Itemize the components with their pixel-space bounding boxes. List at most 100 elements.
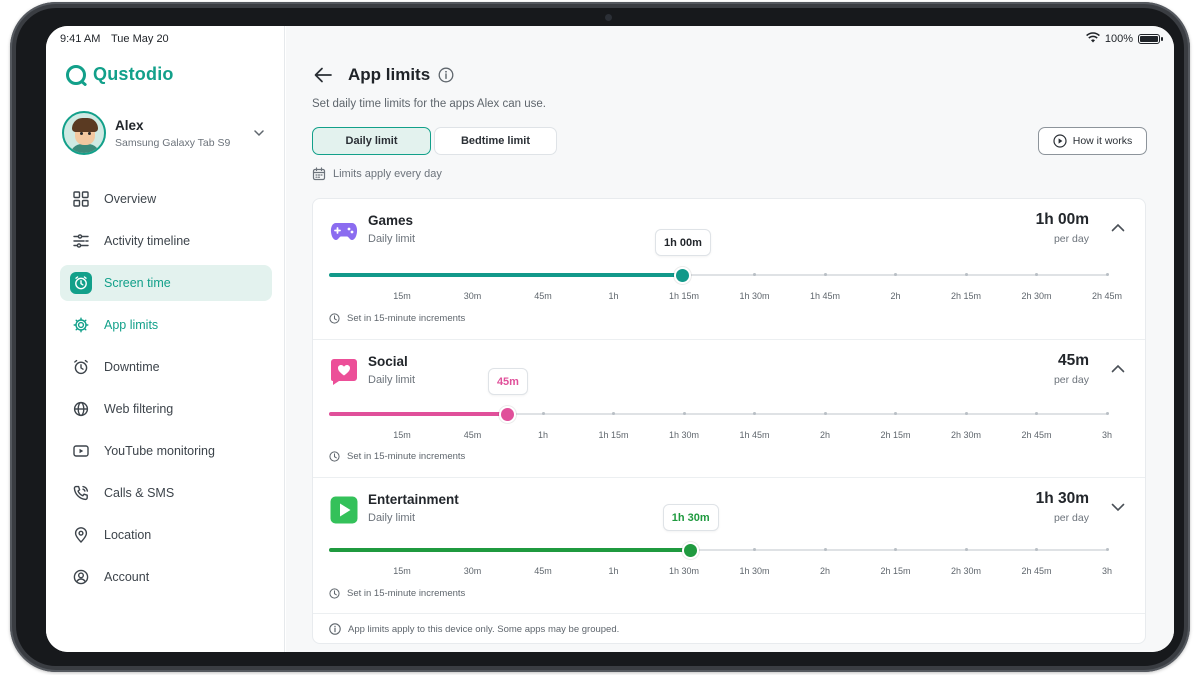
sidebar-item-youtube-monitoring[interactable]: YouTube monitoring [60,433,272,469]
clock-small-icon [329,588,340,599]
chevron-up-icon[interactable] [1109,360,1127,378]
sidebar-item-overview[interactable]: Overview [60,181,272,217]
slider-thumb[interactable] [499,406,517,423]
app-limit-value: 45m [1057,352,1089,369]
page-title: App limits [348,65,431,84]
profile-name: Alex [115,117,144,133]
sidebar-item-activity-timeline[interactable]: Activity timeline [60,223,272,259]
limit-type-tabs: Daily limit Bedtime limit [312,127,557,155]
main-content: App limits Set daily time limits for the… [286,26,1174,652]
gamepad-icon [329,217,359,245]
slider-tick-label: 2h 45m [1021,430,1052,440]
app-limit-label: Daily limit [368,512,416,524]
chevron-up-icon[interactable] [1109,219,1127,237]
slider-tick [964,273,968,276]
app-limit-value: 1h 30m [1035,490,1089,507]
app-section-entertainment: Entertainment Daily limit 1h 30m per day… [313,478,1145,614]
slider-tick-label: 3h [1101,566,1113,576]
per-day-label: per day [1053,512,1089,524]
increment-note-text: Set in 15-minute increments [347,588,466,599]
app-name: Entertainment [368,492,459,507]
profile-switcher[interactable]: Alex Samsung Galaxy Tab S9 [62,110,272,156]
brand-logo[interactable]: Qustodio [66,64,174,85]
slider-tick [823,412,827,415]
app-limits-card: Games Daily limit 1h 00m per day 1h 00m … [312,198,1146,644]
brand-name: Qustodio [93,64,174,84]
grid-icon [70,188,92,210]
phone-icon [70,482,92,504]
page-header: App limits [312,64,454,86]
clock-small-icon [329,451,340,462]
slider-thumb[interactable] [682,542,700,559]
slider-value-tooltip: 45m [487,368,528,395]
slider-tick-labels: 15m 30m 45m 1h 1h 30m 1h 30m 2h 2h 15m 2h 30m 2h … [329,566,1112,578]
sidebar-item-screen-time[interactable]: Screen time [60,265,272,301]
limit-slider[interactable]: 45m [329,368,1109,425]
slider-tick [753,273,756,276]
slider-tick [753,548,756,551]
how-it-works-button[interactable]: How it works [1038,127,1147,155]
per-day-label: per day [1053,374,1089,386]
chevron-down-icon [254,130,264,137]
timeline-icon [70,230,92,252]
sidebar-item-label: YouTube monitoring [104,444,215,458]
sidebar-item-web-filtering[interactable]: Web filtering [60,391,272,427]
slider-tick [1105,273,1109,276]
alarm-icon [70,356,92,378]
sidebar-item-location[interactable]: Location [60,517,272,553]
sidebar-item-app-limits[interactable]: App limits [60,307,272,343]
slider-tick-label: 2h 15m [880,566,911,576]
chevron-down-icon[interactable] [1109,498,1127,516]
wifi-icon [1085,32,1100,46]
sidebar-item-account[interactable]: Account [60,559,272,595]
slider-tick-label: 45m [534,291,552,301]
slider-tick [1035,412,1038,415]
sidebar-item-label: Overview [104,192,157,206]
battery-fill [1140,36,1158,42]
slider-tick [1035,548,1038,551]
status-date: Tue May 20 [111,33,169,45]
limit-slider[interactable]: 1h 30m [329,504,1109,561]
per-day-label: per day [1053,233,1089,245]
app-section-games: Games Daily limit 1h 00m per day 1h 00m … [313,199,1145,340]
sidebar-item-downtime[interactable]: Downtime [60,349,272,385]
slider-tick [823,548,827,551]
sidebar-nav: Overview Activity timeline Screen time A… [60,181,272,601]
slider-tick [894,273,897,276]
info-icon[interactable] [438,67,454,83]
slider-tick-label: 1h 15m [598,430,629,440]
slider-tick-labels: 15m 30m 45m 1h 1h 15m 1h 30m 1h 45m 2h 2h 15m 2h … [329,291,1122,303]
limits-schedule-note: Limits apply every day [312,167,442,181]
back-arrow-icon[interactable] [312,64,334,86]
how-it-works-label: How it works [1072,135,1133,147]
play-icon [329,496,359,524]
slider-thumb[interactable] [674,267,692,284]
sidebar-item-label: Activity timeline [104,234,191,248]
status-bar: 9:41 AM Tue May 20 100% [46,26,1174,52]
slider-tick-label: 45m [534,566,552,576]
slider-tick-label: 15m [393,430,411,440]
limits-schedule-text: Limits apply every day [333,168,442,180]
sidebar-item-calls-sms[interactable]: Calls & SMS [60,475,272,511]
slider-tick [753,412,756,415]
slider-tick-label: 2h 45m [1091,291,1123,301]
slider-tick [1035,273,1038,276]
profile-device: Samsung Galaxy Tab S9 [115,136,231,149]
limit-slider[interactable]: 1h 00m [329,229,1109,286]
info-small-icon [329,623,341,635]
app-limits-icon [70,314,92,336]
account-icon [70,566,92,588]
slider-tick [894,548,897,551]
tab-bedtime-limit[interactable]: Bedtime limit [434,127,557,155]
app-name: Games [368,213,414,228]
slider-tick-label: 1h 45m [809,291,841,301]
sidebar-item-label: Downtime [104,360,160,374]
slider-tick-label: 1h 30m [668,430,700,440]
slider-tick-label: 2h 30m [950,566,982,576]
slider-tick [964,412,968,415]
slider-tick-label: 1h 15m [668,291,700,301]
tab-daily-limit[interactable]: Daily limit [312,127,431,155]
increment-note: Set in 15-minute increments [329,313,465,324]
play-circle-icon [1053,134,1067,148]
sidebar-item-label: Calls & SMS [104,486,175,500]
